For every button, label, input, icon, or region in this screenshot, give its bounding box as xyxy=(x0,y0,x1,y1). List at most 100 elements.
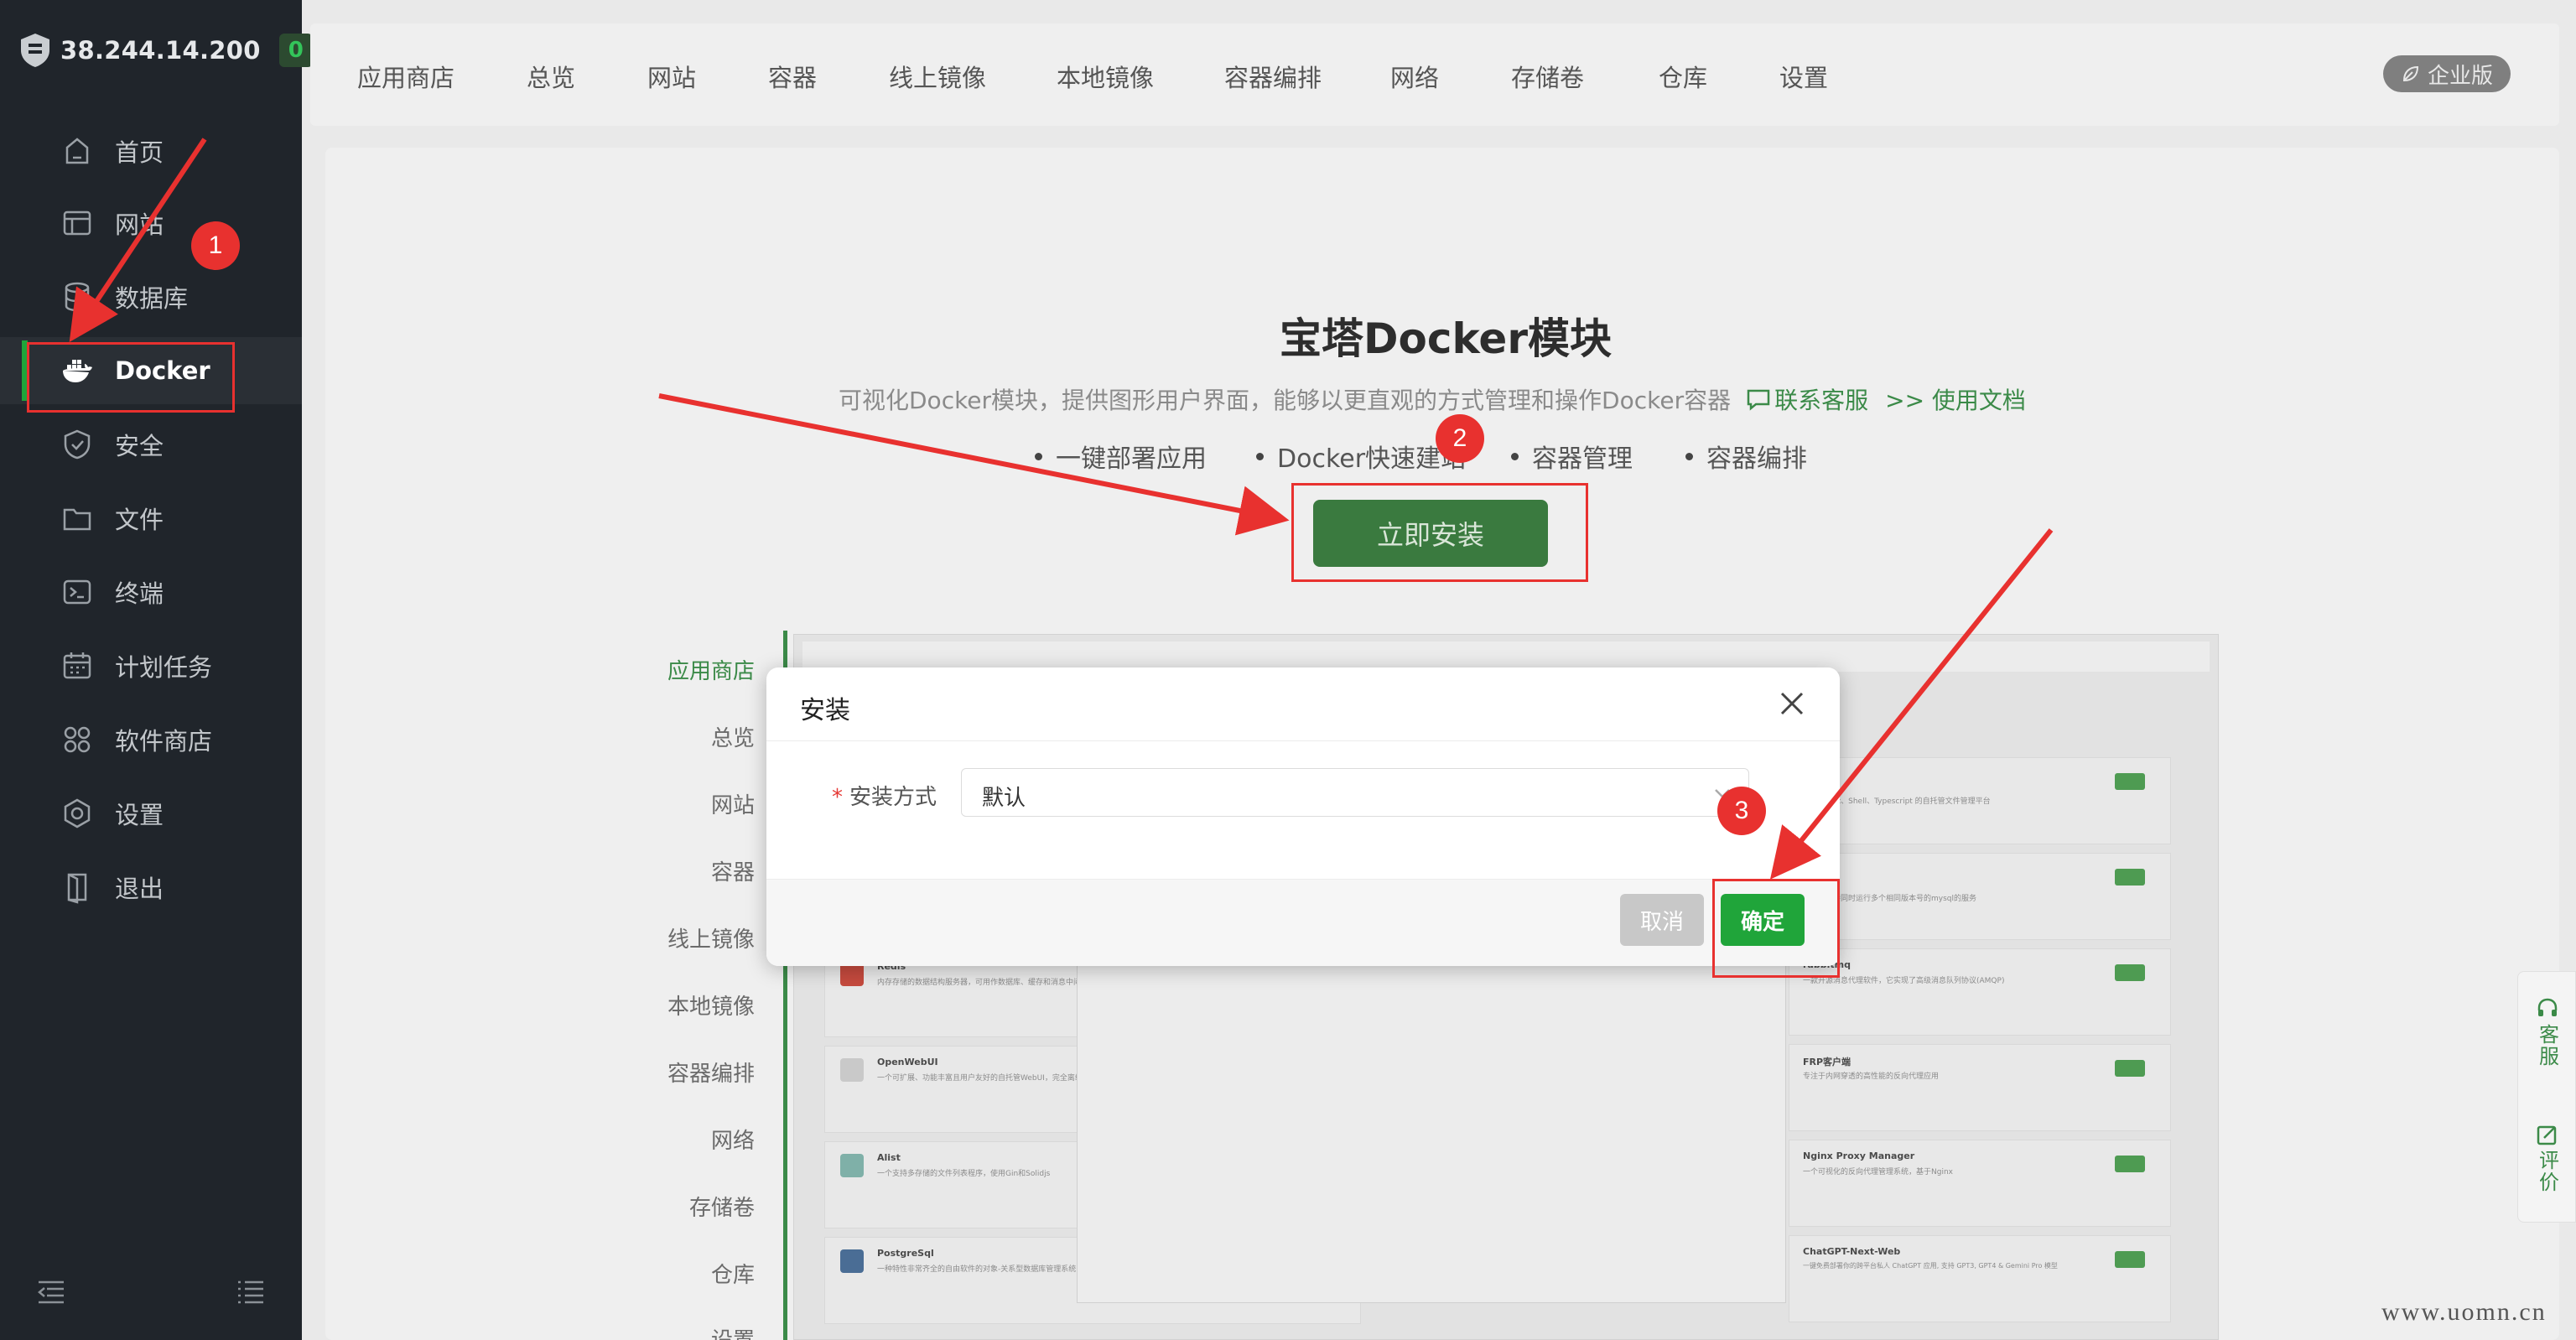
preview-app-desc: 专注于内网穿透的高性能的反向代理应用 xyxy=(1803,1073,1940,1081)
preview-app-card: ChatGPT-Next-Web 一键免费部署你的跨平台私人 ChatGPT 应… xyxy=(1789,1235,2171,1322)
sidebar-item-database[interactable]: 数据库 xyxy=(0,263,302,330)
tab-online-images[interactable]: 线上镜像 xyxy=(889,59,986,94)
cancel-button[interactable]: 取消 xyxy=(1620,894,1704,946)
preview-nav-overview: 总览 xyxy=(710,726,755,751)
server-header: 38.244.14.200 0 xyxy=(18,32,313,69)
preview-app-desc: 一个可视化的反向代理管理系统，基于Nginx xyxy=(1803,1168,1953,1176)
sidebar-item-label: 终端 xyxy=(115,579,164,608)
redis-logo-icon xyxy=(840,963,864,986)
preview-nav-online-images: 线上镜像 xyxy=(667,927,755,953)
feature-item: 容器管理 xyxy=(1511,438,1633,475)
enterprise-label: 企业版 xyxy=(2427,63,2493,89)
home-icon xyxy=(60,134,94,168)
apps-icon xyxy=(60,723,94,756)
preview-nav-app-store: 应用商店 xyxy=(667,659,755,684)
sidebar-item-home[interactable]: 首页 xyxy=(0,117,302,184)
contact-support-link[interactable]: 联系客服 xyxy=(1774,382,1868,416)
preview-app-desc: 一个可扩展、功能丰富且用户友好的自托管WebUI，完全离线运行 xyxy=(877,1074,1098,1083)
module-description: 可视化Docker模块，提供图形用户界面，能够以更直观的方式管理和操作Docke… xyxy=(839,387,1732,414)
required-mark: * xyxy=(832,785,843,810)
preview-app-card: FRP客户端 专注于内网穿透的高性能的反向代理应用 xyxy=(1789,1044,2171,1131)
sidebar-item-label: 网站 xyxy=(115,210,164,239)
tab-settings[interactable]: 设置 xyxy=(1779,59,1828,94)
preview-nav-websites: 网站 xyxy=(710,793,755,818)
tab-local-images[interactable]: 本地镜像 xyxy=(1057,59,1154,94)
tab-app-store[interactable]: 应用商店 xyxy=(357,59,454,94)
alert-count-badge[interactable]: 0 xyxy=(278,34,313,67)
tab-compose[interactable]: 容器编排 xyxy=(1224,59,1322,94)
annotation-number-2: 2 xyxy=(1436,414,1484,463)
install-method-label: * 安装方式 xyxy=(832,780,937,811)
shield-icon xyxy=(60,428,94,461)
server-ip[interactable]: 38.244.14.200 xyxy=(60,36,261,65)
sidebar-item-security[interactable]: 安全 xyxy=(0,411,302,478)
review-label: 评价 xyxy=(2535,1150,2559,1193)
preview-app-title: PostgreSql xyxy=(877,1248,934,1259)
sidebar-item-website[interactable]: 网站 xyxy=(0,190,302,257)
menu-list-icon[interactable] xyxy=(236,1280,265,1305)
preview-app-desc: 一键免费部署你的跨平台私人 ChatGPT 应用, 支持 GPT3, GPT4 … xyxy=(1803,1262,2058,1270)
sidebar: 38.244.14.200 0 首页 网站 数据库 Docker 安全 文件 终… xyxy=(0,0,313,1340)
annotation-box-install xyxy=(1291,483,1588,582)
preview-app-title: Nginx Proxy Manager xyxy=(1803,1150,1915,1161)
sidebar-item-terminal[interactable]: 终端 xyxy=(0,558,302,626)
sidebar-item-appstore[interactable]: 软件商店 xyxy=(0,706,302,773)
customer-service-button[interactable]: 客服 xyxy=(2518,997,2576,1067)
preview-app-title: Alist xyxy=(877,1152,901,1163)
annotation-box-confirm xyxy=(1712,879,1840,978)
tab-containers[interactable]: 容器 xyxy=(768,59,817,94)
preview-app-card: 管理，支持同时运行多个相同版本号的mysql的服务 xyxy=(1789,853,2171,940)
edit-icon xyxy=(2537,1125,2557,1145)
tab-websites[interactable]: 网站 xyxy=(647,59,696,94)
preview-app-card: rabbitmq 一款开源消息代理软件，它实现了高级消息队列协议(AMQP) xyxy=(1789,948,2171,1036)
preview-install-button xyxy=(2115,773,2145,790)
sidebar-item-label: 设置 xyxy=(115,801,164,829)
install-method-text: 安装方式 xyxy=(849,785,937,810)
headset-icon xyxy=(2537,998,2558,1016)
chat-icon xyxy=(1747,389,1770,411)
tab-volumes[interactable]: 存储卷 xyxy=(1511,59,1584,94)
preview-nav-local-images: 本地镜像 xyxy=(667,995,755,1020)
module-title: 宝塔Docker模块 xyxy=(1280,314,1612,363)
install-method-value: 默认 xyxy=(982,786,1026,811)
preview-app-desc: 内存存储的数据结构服务器，可用作数据库、缓存和消息中间件 xyxy=(877,979,1089,987)
preview-nav-compose: 容器编排 xyxy=(667,1062,755,1087)
tab-overview[interactable]: 总览 xyxy=(527,59,575,94)
close-icon[interactable] xyxy=(1778,689,1806,718)
logout-icon xyxy=(60,870,94,904)
preview-install-button xyxy=(2115,1060,2145,1077)
preview-install-button xyxy=(2115,964,2145,981)
sidebar-item-logout[interactable]: 退出 xyxy=(0,854,302,921)
sidebar-item-files[interactable]: 文件 xyxy=(0,485,302,552)
server-shield-icon xyxy=(21,34,49,67)
sidebar-item-label: 计划任务 xyxy=(115,653,213,682)
annotation-box-docker xyxy=(27,342,235,413)
database-icon xyxy=(60,280,94,314)
gear-icon xyxy=(60,797,94,830)
terminal-icon xyxy=(60,575,94,609)
tab-registry[interactable]: 仓库 xyxy=(1659,59,1707,94)
install-method-select[interactable]: 默认 xyxy=(961,768,1749,817)
enterprise-button[interactable]: 企业版 xyxy=(2383,55,2511,92)
feature-item: 容器编排 xyxy=(1685,438,1807,475)
annotation-number-3: 3 xyxy=(1717,787,1766,835)
preview-nav-network: 网络 xyxy=(710,1129,755,1154)
preview-app-card: JavaScript、Shell、Typescript 的自托管文件管理平台 xyxy=(1789,757,2171,844)
preview-nav-settings: 设置 xyxy=(711,1323,755,1340)
feature-item: 一键部署应用 xyxy=(1035,438,1207,475)
preview-app-title: ChatGPT-Next-Web xyxy=(1803,1246,1901,1257)
dialog-header: 安装 xyxy=(766,667,1840,741)
tab-network[interactable]: 网络 xyxy=(1390,59,1439,94)
docs-link[interactable]: >> 使用文档 xyxy=(1885,382,2026,416)
review-button[interactable]: 评价 xyxy=(2518,1123,2576,1193)
collapse-sidebar-icon[interactable] xyxy=(37,1280,65,1305)
sidebar-item-cron[interactable]: 计划任务 xyxy=(0,632,302,699)
sidebar-item-settings[interactable]: 设置 xyxy=(0,780,302,847)
website-icon xyxy=(60,206,94,240)
sidebar-item-label: 安全 xyxy=(115,432,164,460)
annotation-number-1: 1 xyxy=(191,221,240,270)
feature-item: Docker快速建站 xyxy=(1256,438,1466,475)
postgresql-logo-icon xyxy=(840,1249,864,1273)
preview-inner-window xyxy=(1077,963,1786,1303)
sidebar-item-label: 数据库 xyxy=(115,284,189,313)
